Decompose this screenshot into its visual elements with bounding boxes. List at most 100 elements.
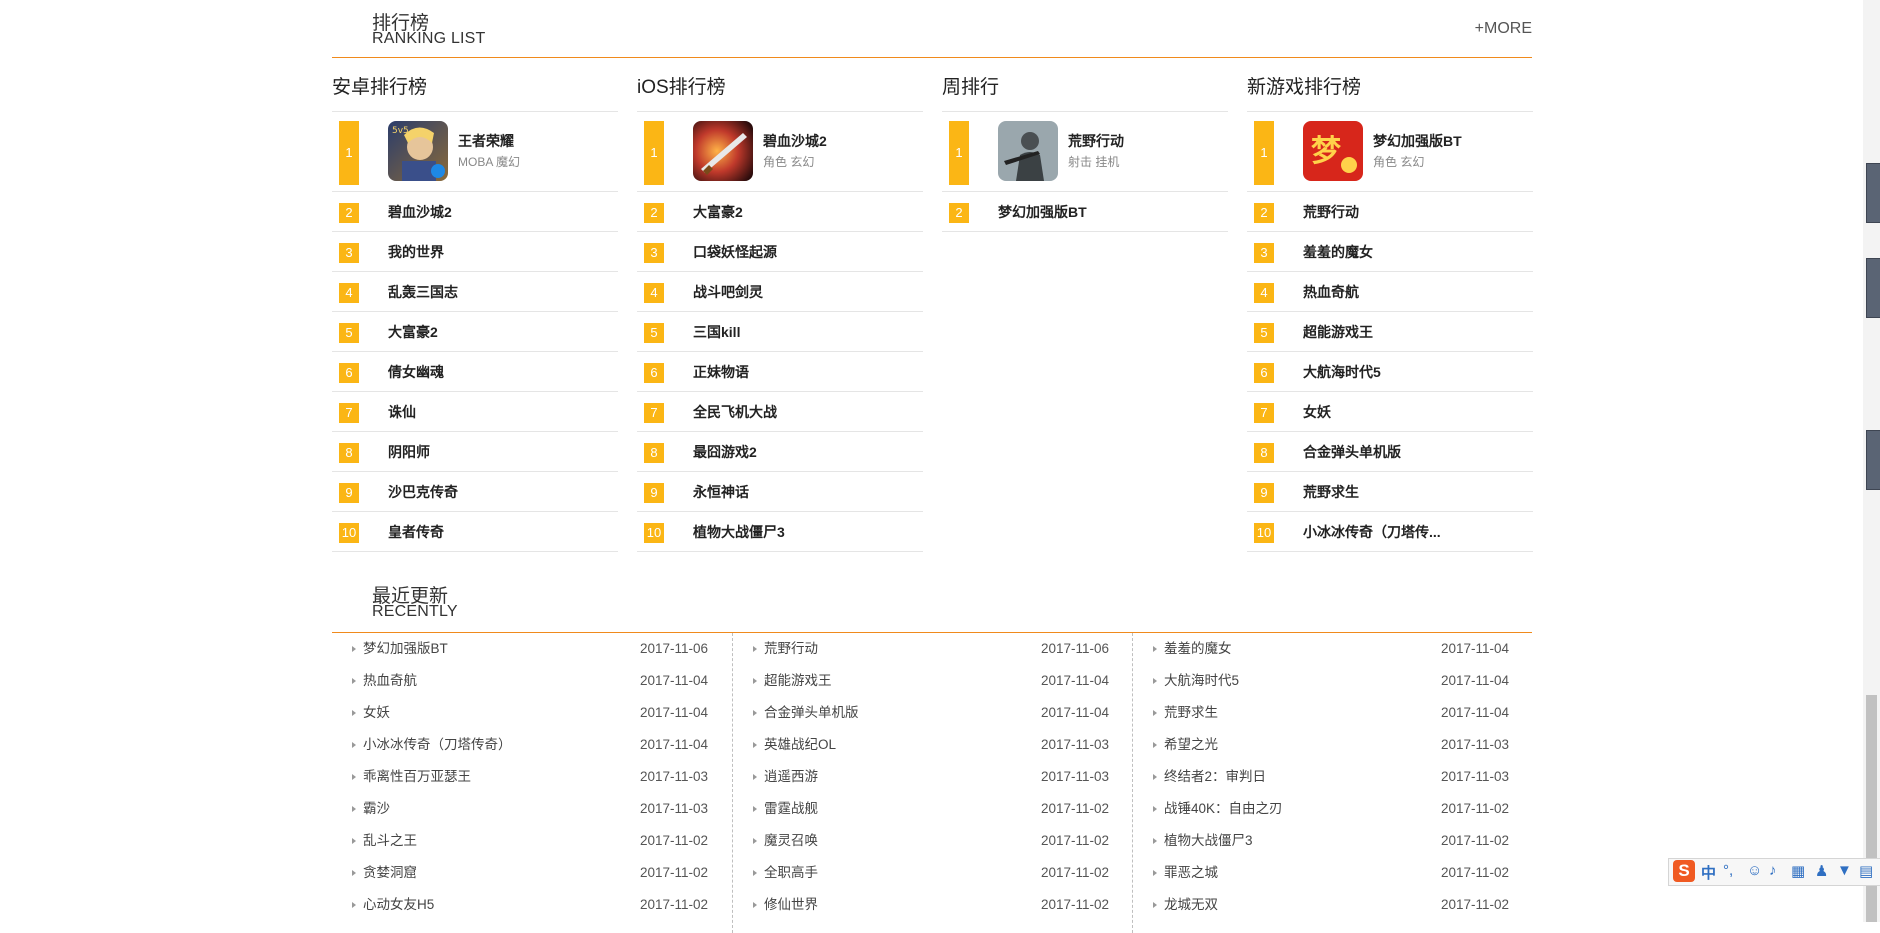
game-name[interactable]: 阴阳师 (388, 432, 430, 472)
ime-language-toggle[interactable]: 中 (1701, 862, 1716, 883)
ranking-item[interactable]: 8 合金弹头单机版 (1247, 432, 1533, 472)
recent-item[interactable]: 合金弹头单机版 2017-11-04 (733, 697, 1133, 729)
side-widget-middle[interactable] (1866, 258, 1880, 318)
recent-game-name[interactable]: 超能游戏王 (764, 665, 832, 697)
recent-game-name[interactable]: 大航海时代5 (1164, 665, 1239, 697)
game-name[interactable]: 羞羞的魔女 (1303, 232, 1373, 272)
recent-item[interactable]: 乖离性百万亚瑟王 2017-11-03 (332, 761, 732, 793)
recent-item[interactable]: 荒野行动 2017-11-06 (733, 633, 1133, 665)
ranking-item[interactable]: 8 阴阳师 (332, 432, 618, 472)
recent-game-name[interactable]: 龙城无双 (1164, 889, 1218, 921)
ranking-item[interactable]: 5 三国kill (637, 312, 923, 352)
game-name[interactable]: 最囧游戏2 (693, 432, 757, 472)
recent-game-name[interactable]: 全职高手 (764, 857, 818, 889)
game-name[interactable]: 超能游戏王 (1303, 312, 1373, 352)
ranking-item[interactable]: 5 大富豪2 (332, 312, 618, 352)
recent-item[interactable]: 逍遥西游 2017-11-03 (733, 761, 1133, 793)
game-name[interactable]: 诛仙 (388, 392, 416, 432)
punctuation-icon[interactable]: °, (1723, 862, 1733, 879)
skin-icon[interactable]: ▼ (1837, 862, 1852, 879)
recent-game-name[interactable]: 雷霆战舰 (764, 793, 818, 825)
honor-of-kings-icon[interactable]: 5v5 (388, 121, 448, 181)
game-name[interactable]: 全民飞机大战 (693, 392, 777, 432)
game-name[interactable]: 三国kill (693, 312, 740, 352)
ranking-top-item[interactable]: 1 5v5 王者荣耀 MOBA 魔幻 (332, 112, 618, 192)
menghuan-logo-icon[interactable]: 梦 (1303, 121, 1363, 181)
ranking-top-item[interactable]: 1 梦 梦幻加强版BT 角色 玄幻 (1247, 112, 1533, 192)
recent-item[interactable]: 魔灵召唤 2017-11-02 (733, 825, 1133, 857)
recent-game-name[interactable]: 魔灵召唤 (764, 825, 818, 857)
game-name[interactable]: 战斗吧剑灵 (693, 272, 763, 312)
ranking-item[interactable]: 6 正妹物语 (637, 352, 923, 392)
recent-item[interactable]: 梦幻加强版BT 2017-11-06 (332, 633, 732, 665)
recent-game-name[interactable]: 梦幻加强版BT (363, 633, 448, 665)
recent-game-name[interactable]: 乖离性百万亚瑟王 (363, 761, 471, 793)
recent-game-name[interactable]: 荒野行动 (764, 633, 818, 665)
recent-game-name[interactable]: 希望之光 (1164, 729, 1218, 761)
recent-game-name[interactable]: 小冰冰传奇（刀塔传奇） (363, 729, 512, 761)
recent-game-name[interactable]: 战锤40K：自由之刃 (1164, 793, 1283, 825)
game-name[interactable]: 大航海时代5 (1303, 352, 1381, 392)
game-name[interactable]: 小冰冰传奇（刀塔传... (1303, 512, 1441, 552)
recent-game-name[interactable]: 罪恶之城 (1164, 857, 1218, 889)
toolbox-icon[interactable]: ▤ (1859, 862, 1873, 880)
game-name[interactable]: 女妖 (1303, 392, 1331, 432)
recent-item[interactable]: 羞羞的魔女 2017-11-04 (1133, 633, 1533, 665)
ranking-item[interactable]: 9 永恒神话 (637, 472, 923, 512)
recent-item[interactable]: 战锤40K：自由之刃 2017-11-02 (1133, 793, 1533, 825)
game-name[interactable]: 碧血沙城2 (388, 192, 452, 232)
microphone-icon[interactable]: ♪ (1769, 862, 1777, 879)
recent-item[interactable]: 超能游戏王 2017-11-04 (733, 665, 1133, 697)
ranking-more-link[interactable]: +MORE (1475, 20, 1532, 38)
game-name[interactable]: 大富豪2 (388, 312, 438, 352)
recent-game-name[interactable]: 女妖 (363, 697, 390, 729)
ranking-item[interactable]: 8 最囧游戏2 (637, 432, 923, 472)
game-name[interactable]: 梦幻加强版BT (998, 192, 1087, 232)
recent-game-name[interactable]: 热血奇航 (363, 665, 417, 697)
ranking-item[interactable]: 4 战斗吧剑灵 (637, 272, 923, 312)
ranking-item[interactable]: 10 小冰冰传奇（刀塔传... (1247, 512, 1533, 552)
ranking-item[interactable]: 6 倩女幽魂 (332, 352, 618, 392)
ranking-item[interactable]: 7 女妖 (1247, 392, 1533, 432)
emoji-icon[interactable]: ☺ (1747, 862, 1762, 879)
game-name[interactable]: 永恒神话 (693, 472, 749, 512)
recent-item[interactable]: 女妖 2017-11-04 (332, 697, 732, 729)
ranking-item[interactable]: 7 全民飞机大战 (637, 392, 923, 432)
recent-item[interactable]: 英雄战纪OL 2017-11-03 (733, 729, 1133, 761)
recent-game-name[interactable]: 羞羞的魔女 (1164, 633, 1232, 665)
recent-item[interactable]: 大航海时代5 2017-11-04 (1133, 665, 1533, 697)
recent-game-name[interactable]: 修仙世界 (764, 889, 818, 921)
game-name[interactable]: 乱轰三国志 (388, 272, 458, 312)
game-name[interactable]: 合金弹头单机版 (1303, 432, 1401, 472)
game-name[interactable]: 荒野求生 (1303, 472, 1359, 512)
game-name[interactable]: 碧血沙城2 (763, 131, 827, 151)
game-name[interactable]: 倩女幽魂 (388, 352, 444, 392)
recent-game-name[interactable]: 终结者2：审判日 (1164, 761, 1266, 793)
ranking-item[interactable]: 3 我的世界 (332, 232, 618, 272)
ranking-item[interactable]: 2 梦幻加强版BT (942, 192, 1228, 232)
recent-item[interactable]: 荒野求生 2017-11-04 (1133, 697, 1533, 729)
recent-item[interactable]: 雷霆战舰 2017-11-02 (733, 793, 1133, 825)
user-icon[interactable]: ♟ (1815, 862, 1828, 880)
ranking-item[interactable]: 2 大富豪2 (637, 192, 923, 232)
recent-game-name[interactable]: 荒野求生 (1164, 697, 1218, 729)
soldier-icon[interactable] (998, 121, 1058, 181)
game-name[interactable]: 皇者传奇 (388, 512, 444, 552)
game-name[interactable]: 口袋妖怪起源 (693, 232, 777, 272)
recent-game-name[interactable]: 霸沙 (363, 793, 390, 825)
ranking-item[interactable]: 3 羞羞的魔女 (1247, 232, 1533, 272)
recent-item[interactable]: 霸沙 2017-11-03 (332, 793, 732, 825)
ranking-item[interactable]: 4 乱轰三国志 (332, 272, 618, 312)
ranking-item[interactable]: 5 超能游戏王 (1247, 312, 1533, 352)
recent-item[interactable]: 龙城无双 2017-11-02 (1133, 889, 1533, 921)
scrollbar-thumb[interactable] (1866, 695, 1877, 922)
sogou-logo-icon[interactable]: S (1673, 860, 1695, 882)
ranking-item[interactable]: 2 荒野行动 (1247, 192, 1533, 232)
ranking-item[interactable]: 4 热血奇航 (1247, 272, 1533, 312)
recent-item[interactable]: 小冰冰传奇（刀塔传奇） 2017-11-04 (332, 729, 732, 761)
game-name[interactable]: 王者荣耀 (458, 131, 514, 151)
recent-game-name[interactable]: 心动女友H5 (363, 889, 434, 921)
game-name[interactable]: 荒野行动 (1068, 131, 1124, 151)
recent-game-name[interactable]: 逍遥西游 (764, 761, 818, 793)
game-name[interactable]: 我的世界 (388, 232, 444, 272)
